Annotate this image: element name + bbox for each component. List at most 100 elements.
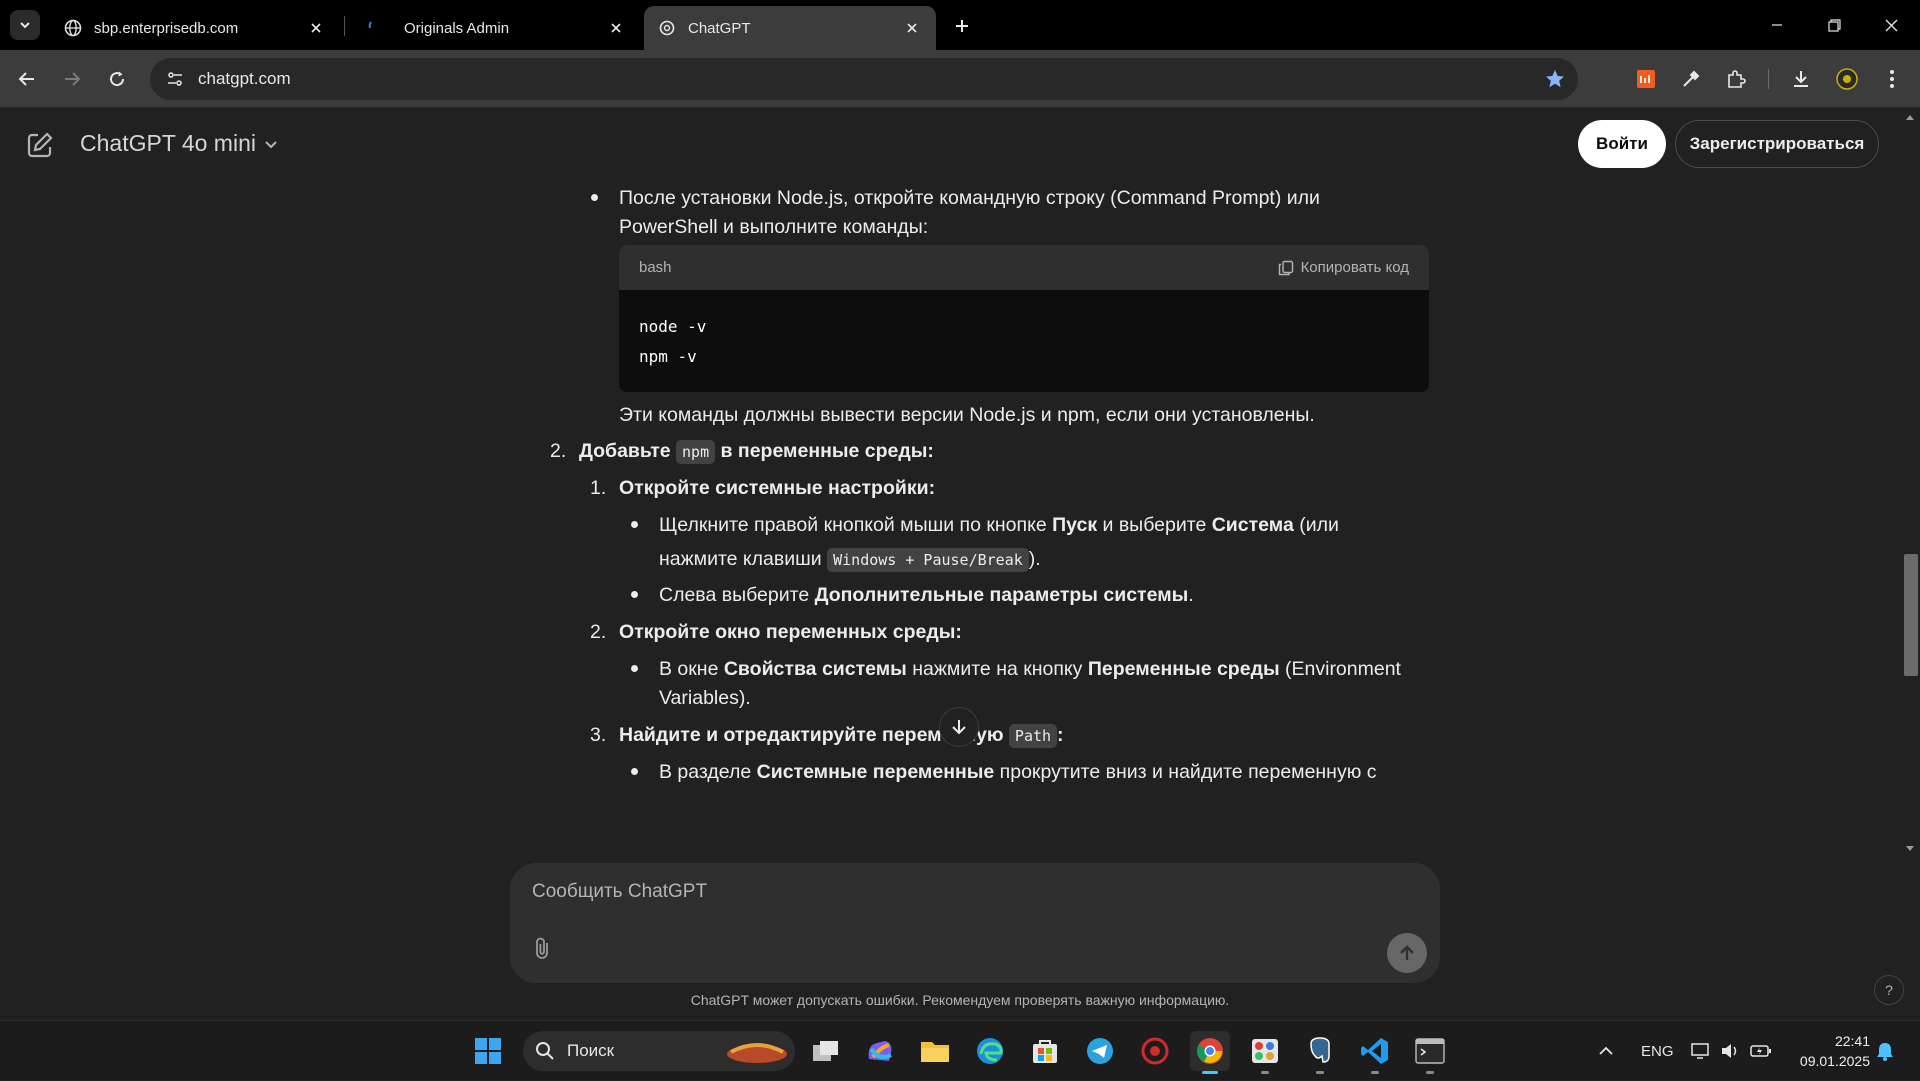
terminal-button[interactable] xyxy=(1410,1031,1450,1074)
clock-time: 22:41 xyxy=(1834,1033,1870,1049)
eyedropper-icon xyxy=(1683,70,1700,87)
chevron-down-icon xyxy=(20,22,30,29)
close-icon[interactable] xyxy=(306,18,326,38)
scrollbar-thumb[interactable] xyxy=(1904,554,1918,676)
new-chat-button[interactable] xyxy=(26,131,54,159)
vscode-button[interactable] xyxy=(1355,1031,1395,1074)
start-button[interactable] xyxy=(468,1031,508,1071)
code-line: npm -v xyxy=(639,347,697,366)
bold-text: Системные переменные xyxy=(756,761,995,783)
help-button[interactable]: ? xyxy=(1874,975,1904,1005)
edge-button[interactable] xyxy=(970,1031,1010,1071)
extension-button-1[interactable] xyxy=(1630,63,1662,95)
close-icon xyxy=(1885,19,1897,31)
tab-chatgpt[interactable]: ChatGPT xyxy=(644,6,936,50)
address-bar[interactable]: chatgpt.com xyxy=(150,58,1578,100)
chrome-button[interactable] xyxy=(1190,1031,1230,1074)
tray-overflow-button[interactable] xyxy=(1598,1021,1614,1081)
antivirus-icon xyxy=(1141,1037,1169,1065)
message-composer[interactable]: Сообщить ChatGPT xyxy=(510,863,1440,983)
file-explorer-button[interactable] xyxy=(915,1031,955,1071)
tab-strip: sbp.enterprisedb.com Originals Admin Cha… xyxy=(0,0,1920,50)
close-window-button[interactable] xyxy=(1862,0,1920,50)
back-button[interactable] xyxy=(11,63,43,95)
paint-icon xyxy=(1252,1039,1278,1063)
list-number: 3. xyxy=(590,724,607,746)
network-icon[interactable] xyxy=(1691,1021,1711,1081)
text-span: прокрутите вниз и найдите переменную с xyxy=(994,761,1377,783)
tab-enterprisedb[interactable]: sbp.enterprisedb.com xyxy=(50,6,340,50)
send-button[interactable] xyxy=(1387,933,1427,973)
message-text: Щелкните правой кнопкой мыши по кнопке П… xyxy=(659,510,1339,540)
extension-orange-icon xyxy=(1637,70,1655,88)
search-icon xyxy=(536,1042,554,1060)
reload-icon xyxy=(110,71,125,87)
language-indicator[interactable]: ENG xyxy=(1641,1021,1674,1081)
bullet-point xyxy=(631,665,638,672)
close-icon[interactable] xyxy=(606,18,626,38)
profile-button[interactable] xyxy=(1831,63,1863,95)
bell-icon xyxy=(1877,1043,1893,1061)
url-text: chatgpt.com xyxy=(198,69,291,88)
site-info-icon[interactable] xyxy=(154,58,196,100)
telegram-button[interactable] xyxy=(1080,1031,1120,1071)
store-button[interactable] xyxy=(1025,1031,1065,1071)
scroll-down-arrow-icon[interactable] xyxy=(1905,845,1915,853)
browser-toolbar: chatgpt.com xyxy=(0,50,1920,108)
list-number: 1. xyxy=(590,477,607,499)
restore-button[interactable] xyxy=(1805,0,1863,50)
copilot-button[interactable] xyxy=(860,1031,900,1071)
scroll-to-bottom-button[interactable] xyxy=(939,707,979,747)
edge-icon xyxy=(977,1038,1003,1064)
eyedropper-button[interactable] xyxy=(1675,63,1707,95)
notifications-button[interactable] xyxy=(1876,1021,1894,1081)
extensions-button[interactable] xyxy=(1720,63,1752,95)
step-heading-text: в переменные среды: xyxy=(720,440,934,462)
composer-placeholder[interactable]: Сообщить ChatGPT xyxy=(532,881,707,903)
taskbar-search[interactable]: Поиск xyxy=(523,1031,795,1071)
copy-icon xyxy=(1278,260,1293,275)
restore-icon xyxy=(1827,18,1841,32)
signup-button[interactable]: Зарегистрироваться xyxy=(1675,120,1879,168)
minimize-button[interactable] xyxy=(1748,0,1806,50)
downloads-button[interactable] xyxy=(1785,63,1817,95)
reload-button[interactable] xyxy=(101,63,133,95)
more-vertical-icon xyxy=(1890,70,1894,88)
tab-originals-admin[interactable]: Originals Admin xyxy=(350,6,640,50)
antivirus-button[interactable] xyxy=(1135,1031,1175,1071)
running-indicator xyxy=(1316,1071,1324,1074)
clock[interactable]: 22:41 09.01.2025 xyxy=(1788,1031,1870,1071)
forward-button[interactable] xyxy=(56,63,88,95)
tab-search-menu-button[interactable] xyxy=(10,10,40,40)
login-button[interactable]: Войти xyxy=(1578,120,1666,168)
battery-icon[interactable] xyxy=(1750,1021,1772,1081)
copy-code-button[interactable]: Копировать код xyxy=(1278,259,1409,276)
paperclip-icon xyxy=(536,937,548,959)
close-icon[interactable] xyxy=(902,18,922,38)
attach-button[interactable] xyxy=(530,935,556,961)
toolbar-divider xyxy=(1768,69,1769,89)
edit-icon xyxy=(27,132,53,158)
new-tab-button[interactable] xyxy=(948,12,976,40)
windows-taskbar: Поиск ENG 22:41 09.01.2025 xyxy=(0,1020,1920,1080)
pgadmin-icon xyxy=(1310,1037,1330,1063)
scroll-up-arrow-icon[interactable] xyxy=(1905,113,1915,121)
model-selector[interactable]: ChatGPT 4o mini xyxy=(80,130,278,157)
openai-icon xyxy=(658,19,676,37)
minimize-icon xyxy=(1772,24,1782,26)
conversation: После установки Node.js, откройте команд… xyxy=(0,179,1900,971)
task-view-button[interactable] xyxy=(806,1031,846,1071)
pgadmin-button[interactable] xyxy=(1300,1031,1340,1074)
bookmark-star-icon[interactable] xyxy=(1544,68,1566,95)
message-text: После установки Node.js, откройте команд… xyxy=(619,187,1320,209)
active-indicator xyxy=(1202,1071,1218,1074)
bold-text: Пуск xyxy=(1052,514,1098,536)
bullet-point xyxy=(591,194,598,201)
browser-menu-button[interactable] xyxy=(1876,63,1908,95)
copilot-icon xyxy=(868,1041,892,1061)
volume-icon[interactable] xyxy=(1720,1021,1740,1081)
bullet-point xyxy=(631,521,638,528)
bold-text: Свойства системы xyxy=(723,658,907,680)
paint-button[interactable] xyxy=(1245,1031,1285,1074)
page-scrollbar[interactable] xyxy=(1900,109,1920,851)
